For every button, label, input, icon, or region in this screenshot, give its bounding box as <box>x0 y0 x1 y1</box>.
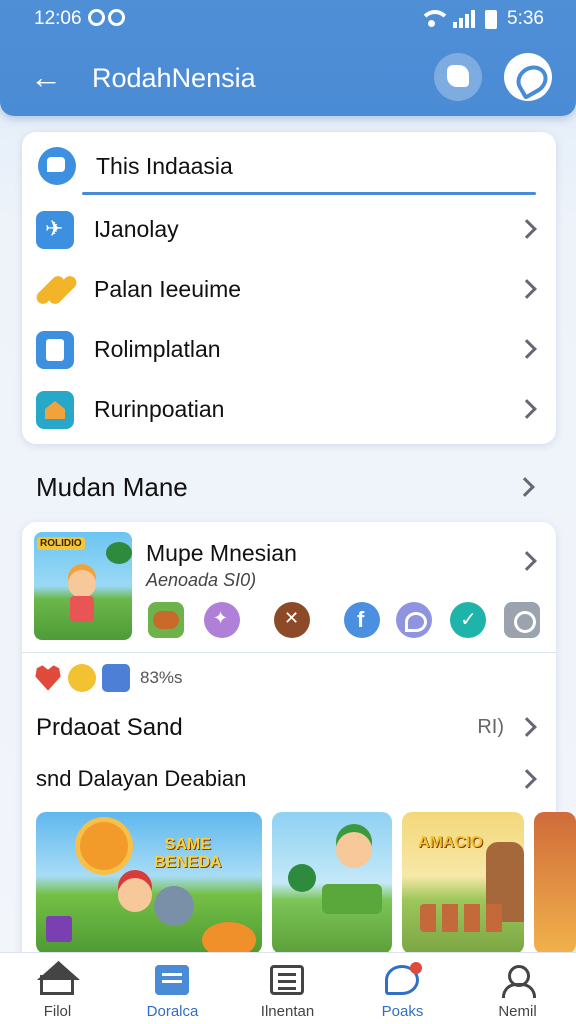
nav-label: Poaks <box>381 1003 424 1020</box>
crate-graphic <box>46 916 72 942</box>
game-subtitle: Aenoada SI0) <box>146 570 257 590</box>
menu-item-1[interactable]: Ĳanolay <box>22 200 556 260</box>
user-icon <box>500 965 536 998</box>
list-row[interactable]: Prdaoat Sand RI) <box>22 706 556 746</box>
menu-item-label: Ĳanolay <box>94 216 179 242</box>
characters-graphic <box>420 904 506 932</box>
chevron-right-icon <box>517 717 537 737</box>
row-label: snd Dalayan Deabian <box>36 766 247 791</box>
facebook-icon[interactable] <box>344 602 380 638</box>
status-bar: 12:06 5:36 <box>0 0 576 36</box>
menu-item-label: Rolimplatlan <box>94 336 221 362</box>
chevron-right-icon <box>517 339 537 359</box>
thumbnail-badge: ROLIDIO <box>37 537 85 550</box>
smiley-icon[interactable] <box>68 664 96 692</box>
status-right: 5:36 <box>419 8 544 30</box>
house-icon <box>36 391 74 429</box>
status-time: 12:06 <box>34 8 82 29</box>
chat-icon <box>385 962 422 995</box>
top-bar: 12:06 5:36 ← RodahNensia <box>0 0 576 116</box>
plane-icon <box>36 211 74 249</box>
chat-icon[interactable] <box>396 602 432 638</box>
game-tile[interactable]: SAME BENEDA <box>36 812 262 954</box>
gift-icon[interactable] <box>102 664 130 692</box>
menu-item-4[interactable]: Rurinpoatian <box>22 380 556 440</box>
character-graphic <box>336 832 372 868</box>
reaction-percent: 83%s <box>140 668 183 687</box>
nav-item-dashboard[interactable]: Doralca <box>115 953 230 1024</box>
app-bar: ← RodahNensia <box>0 44 576 112</box>
note-icon <box>36 331 74 369</box>
chevron-right-icon <box>517 279 537 299</box>
game-tile[interactable] <box>534 812 576 954</box>
tile-logo: SAME BENEDA <box>154 836 222 871</box>
knight-graphic <box>154 886 194 926</box>
chevron-right-icon <box>517 219 537 239</box>
cross-icon[interactable] <box>274 602 310 638</box>
notification-icons <box>88 9 125 26</box>
bottom-nav: Filol Doralca Ilnentan Poaks Nemil <box>0 952 576 1024</box>
game-tiles: SAME BENEDA AMACIO <box>36 812 576 954</box>
nav-item-chat[interactable]: Poaks <box>345 953 460 1024</box>
game-thumbnail[interactable]: ROLIDIO <box>34 532 132 640</box>
menu-item-label: Palan Ieeuime <box>94 276 242 302</box>
search-bar[interactable]: This Indaasia <box>22 132 556 198</box>
rock-graphic <box>322 884 382 914</box>
list-row[interactable]: snd Dalayan Deabian <box>22 758 556 798</box>
pills-icon <box>36 271 74 309</box>
dashboard-icon <box>155 965 189 995</box>
game-tile[interactable] <box>272 812 392 954</box>
star-icon[interactable] <box>204 602 240 638</box>
battery-icon <box>485 9 498 29</box>
divider <box>22 652 556 653</box>
home-icon <box>40 975 74 995</box>
row-value: RI) <box>477 716 504 738</box>
tree-graphic <box>106 542 132 564</box>
section-chevron-icon[interactable] <box>515 477 535 497</box>
profile-icon[interactable] <box>504 602 540 638</box>
row-label: Prdaoat Sand <box>36 714 183 741</box>
tree-graphic <box>288 864 316 892</box>
notification-icon <box>88 9 105 26</box>
chevron-right-icon <box>517 769 537 789</box>
back-arrow-icon[interactable]: ← <box>30 61 64 94</box>
chevron-right-icon <box>517 399 537 419</box>
pumpkin-graphic <box>202 922 256 954</box>
section-title: Mudan Mane <box>36 472 188 502</box>
list-icon <box>270 965 304 995</box>
menu-item-3[interactable]: Rolimplatlan <box>22 320 556 380</box>
search-text[interactable]: This Indaasia <box>96 153 233 180</box>
nav-item-user[interactable]: Nemil <box>460 953 575 1024</box>
search-underline <box>82 192 536 195</box>
wifi-icon <box>419 10 452 28</box>
nav-label: Doralca <box>146 1003 199 1020</box>
nav-label: Ilnentan <box>260 1003 315 1020</box>
chat-bubble-icon <box>38 147 76 185</box>
menu-item-2[interactable]: Palan Ieeuime <box>22 260 556 320</box>
game-tile[interactable]: AMACIO <box>402 812 524 954</box>
hero-graphic <box>118 878 152 912</box>
chevron-right-icon[interactable] <box>517 551 537 571</box>
app-title: RodahNensia <box>92 63 256 93</box>
bookmark-button[interactable] <box>434 53 482 101</box>
sun-graphic <box>80 822 128 870</box>
character-body <box>70 596 94 622</box>
menu-card: This Indaasia Ĳanolay Palan Ieeuime Roli… <box>22 132 556 444</box>
menu-item-label: Rurinpoatian <box>94 396 225 422</box>
nav-label: Filol <box>43 1003 72 1020</box>
notification-icon <box>108 9 125 26</box>
tile-logo: AMACIO <box>418 834 483 851</box>
nav-item-list[interactable]: Ilnentan <box>230 953 345 1024</box>
status-right-time: 5:36 <box>507 8 544 29</box>
game-title[interactable]: Mupe Mnesian <box>146 540 297 567</box>
nav-item-home[interactable]: Filol <box>0 953 115 1024</box>
signal-icon <box>453 10 476 28</box>
heart-icon[interactable] <box>35 665 61 691</box>
chat-button[interactable] <box>504 53 552 101</box>
nav-label: Nemil <box>498 1003 537 1020</box>
character-head <box>68 570 96 598</box>
food-icon[interactable] <box>148 602 184 638</box>
reactions-row: 83%s <box>34 664 183 692</box>
check-icon[interactable] <box>450 602 486 638</box>
